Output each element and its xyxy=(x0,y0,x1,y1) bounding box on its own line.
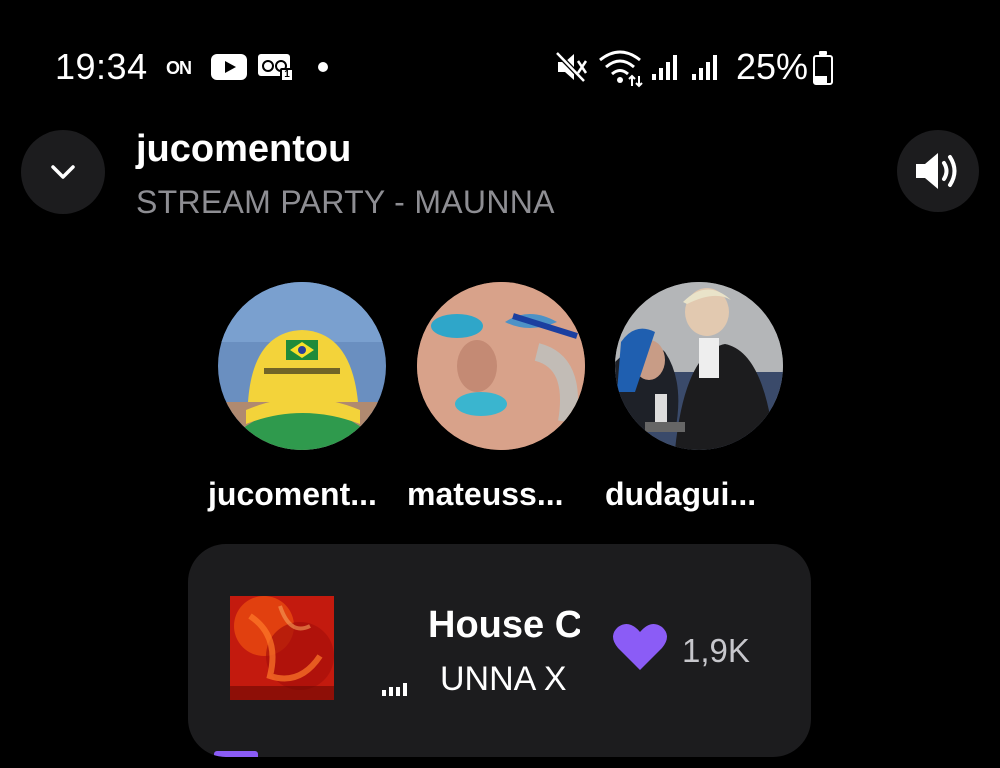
on-icon: ON xyxy=(166,58,192,78)
chevron-down-icon xyxy=(51,165,75,179)
status-bar: 19:34 ON 1 25% xyxy=(0,40,1000,96)
wifi-icon xyxy=(598,48,644,88)
collapse-button[interactable] xyxy=(21,130,105,214)
status-time: 19:34 xyxy=(55,46,148,87)
voicemail-badge: 1 xyxy=(280,68,294,82)
like-count: 1,9K xyxy=(682,632,750,669)
track-artist: UNNA X xyxy=(440,660,567,698)
page-subtitle: STREAM PARTY - MAUNNA xyxy=(136,184,555,220)
participant-name: dudagui... xyxy=(605,476,757,512)
avatar[interactable] xyxy=(417,282,585,450)
signal-icon xyxy=(650,52,680,82)
dot-icon xyxy=(318,62,328,72)
avatar[interactable] xyxy=(615,282,783,450)
battery-percent: 25% xyxy=(736,46,809,87)
volume-button[interactable] xyxy=(897,130,979,212)
now-playing-card[interactable]: House C UNNA X 1,9K xyxy=(188,544,811,757)
track-title: House C xyxy=(428,604,580,646)
mute-icon xyxy=(554,50,591,84)
progress-bar xyxy=(214,751,258,757)
heart-icon[interactable] xyxy=(612,622,668,672)
participant-name: mateuss... xyxy=(407,476,564,512)
page-title: jucomentou xyxy=(136,128,352,170)
signal-icon xyxy=(690,52,720,82)
avatar[interactable] xyxy=(218,282,386,450)
battery-icon xyxy=(813,51,833,85)
voicemail-icon: 1 xyxy=(258,52,294,82)
youtube-icon xyxy=(211,54,247,80)
volume-icon xyxy=(916,153,957,189)
participant-name: jucoment... xyxy=(208,476,377,512)
equalizer-icon xyxy=(380,676,416,698)
album-art[interactable] xyxy=(230,596,334,700)
